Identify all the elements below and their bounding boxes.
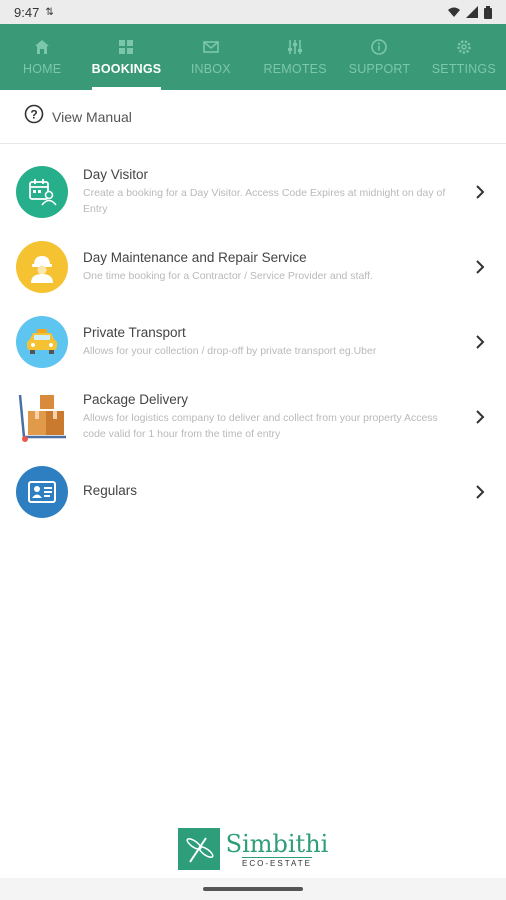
logo-name: Simbithi <box>225 829 329 858</box>
tab-home[interactable]: HOME <box>0 24 84 90</box>
mail-icon <box>202 38 220 56</box>
tab-remotes[interactable]: REMOTES <box>253 24 337 90</box>
tab-bookings[interactable]: BOOKINGS <box>84 24 168 90</box>
wifi-icon <box>448 7 460 17</box>
item-description: One time booking for a Contractor / Serv… <box>83 269 373 282</box>
view-manual-button[interactable]: ? View Manual <box>0 90 506 144</box>
item-title: Regulars <box>83 482 138 498</box>
calendar-visitor-icon <box>16 165 68 218</box>
booking-type-list: Day Visitor Create a booking for a Day V… <box>0 144 506 529</box>
tab-label: SETTINGS <box>431 62 496 76</box>
tab-label: SUPPORT <box>348 62 411 76</box>
item-title: Package Delivery <box>83 391 189 407</box>
tab-label: REMOTES <box>263 62 327 76</box>
item-title: Day Maintenance and Repair Service <box>83 249 307 265</box>
item-description: Create a booking for a Day Visitor. Acce… <box>83 186 446 215</box>
dragonfly-logo-icon <box>177 828 220 870</box>
home-gesture-handle[interactable] <box>203 887 303 891</box>
tab-label: HOME <box>23 62 62 76</box>
list-item-package-delivery[interactable]: Package Delivery Allows for logistics co… <box>0 379 506 454</box>
status-time: 9:47 <box>14 4 40 20</box>
tab-label: BOOKINGS <box>91 62 162 76</box>
chevron-right-icon <box>470 334 490 349</box>
tab-label: INBOX <box>190 62 231 76</box>
sync-icon: ⇅ <box>45 6 54 18</box>
tab-support[interactable]: SUPPORT <box>337 24 421 90</box>
footer-logo: Simbithi ECO-ESTATE <box>0 828 506 870</box>
view-manual-label: View Manual <box>52 108 132 125</box>
list-item-private-transport[interactable]: Private Transport Allows for your collec… <box>0 304 506 379</box>
chevron-right-icon <box>470 484 490 499</box>
home-icon <box>33 38 51 56</box>
worker-icon <box>16 240 68 293</box>
chevron-right-icon <box>470 184 490 199</box>
battery-icon <box>484 5 492 19</box>
sliders-icon <box>286 38 304 56</box>
item-title: Day Visitor <box>83 166 149 182</box>
taxi-icon <box>16 315 68 368</box>
id-card-icon <box>16 465 68 518</box>
tab-inbox[interactable]: INBOX <box>169 24 253 90</box>
list-item-maintenance[interactable]: Day Maintenance and Repair Service One t… <box>0 229 506 304</box>
chevron-right-icon <box>470 409 490 424</box>
signal-icon <box>466 6 478 18</box>
system-nav-bar <box>0 878 506 900</box>
status-bar: 9:47 ⇅ <box>0 0 506 24</box>
list-item-regulars[interactable]: Regulars <box>0 454 506 529</box>
item-title: Private Transport <box>83 324 186 340</box>
tab-settings[interactable]: SETTINGS <box>422 24 506 90</box>
chevron-right-icon <box>470 259 490 274</box>
list-item-day-visitor[interactable]: Day Visitor Create a booking for a Day V… <box>0 154 506 229</box>
item-description: Allows for logistics company to deliver … <box>83 411 438 440</box>
gear-icon <box>455 38 473 56</box>
item-description: Allows for your collection / drop-off by… <box>83 344 377 357</box>
boxes-trolley-icon <box>16 391 68 443</box>
svg-text:?: ? <box>30 108 37 122</box>
info-icon <box>370 38 388 56</box>
top-tab-bar: HOME BOOKINGS INBOX REMOTES SUPPORT SETT… <box>0 24 506 90</box>
grid-icon <box>117 38 135 56</box>
logo-subtitle: ECO-ESTATE <box>242 856 312 868</box>
help-circle-icon: ? <box>24 104 44 129</box>
